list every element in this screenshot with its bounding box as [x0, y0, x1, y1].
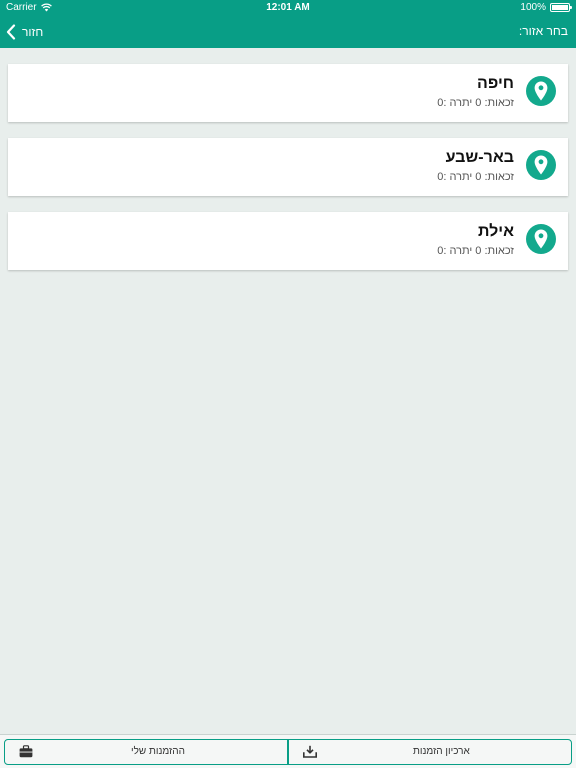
battery-icon — [550, 3, 572, 12]
tab-my-orders-label: ההזמנות שלי — [131, 746, 185, 757]
tab-orders-archive[interactable]: ארכיון הזמנות — [288, 739, 572, 765]
status-time: 12:01 AM — [266, 2, 310, 13]
region-list: חיפה זכאות: 0 יתרה :0 באר-שבע זכאות: 0 י… — [8, 64, 568, 286]
region-name: באר-שבע — [445, 149, 514, 166]
region-details: זכאות: 0 יתרה :0 — [437, 171, 514, 183]
chevron-left-icon — [6, 24, 16, 40]
download-tray-icon — [303, 745, 317, 758]
battery-group: 100% — [520, 2, 572, 13]
region-card-beer-sheva[interactable]: באר-שבע זכאות: 0 יתרה :0 — [8, 138, 568, 196]
region-name: אילת — [477, 223, 514, 240]
bottom-tab-bar: ההזמנות שלי ארכיון הזמנות — [0, 734, 576, 768]
map-pin-icon — [526, 224, 556, 254]
region-card-eilat[interactable]: אילת זכאות: 0 יתרה :0 — [8, 212, 568, 270]
map-pin-icon — [526, 150, 556, 180]
region-details: זכאות: 0 יתרה :0 — [437, 245, 514, 257]
briefcase-icon — [19, 745, 33, 758]
tab-my-orders[interactable]: ההזמנות שלי — [4, 739, 288, 765]
region-card-haifa[interactable]: חיפה זכאות: 0 יתרה :0 — [8, 64, 568, 122]
screen: Carrier 12:01 AM 100% חזור בחר אזור: חיפ… — [0, 0, 576, 768]
battery-percent: 100% — [520, 2, 546, 13]
page-title: בחר אזור: — [518, 24, 568, 38]
tab-orders-archive-label: ארכיון הזמנות — [413, 746, 470, 757]
map-pin-icon — [526, 76, 556, 106]
region-details: זכאות: 0 יתרה :0 — [437, 97, 514, 109]
region-name: חיפה — [477, 75, 514, 92]
status-bar: Carrier 12:01 AM 100% — [0, 0, 576, 16]
back-button[interactable]: חזור — [6, 21, 43, 43]
back-label: חזור — [22, 25, 44, 39]
nav-bar: חזור בחר אזור: — [0, 16, 576, 48]
